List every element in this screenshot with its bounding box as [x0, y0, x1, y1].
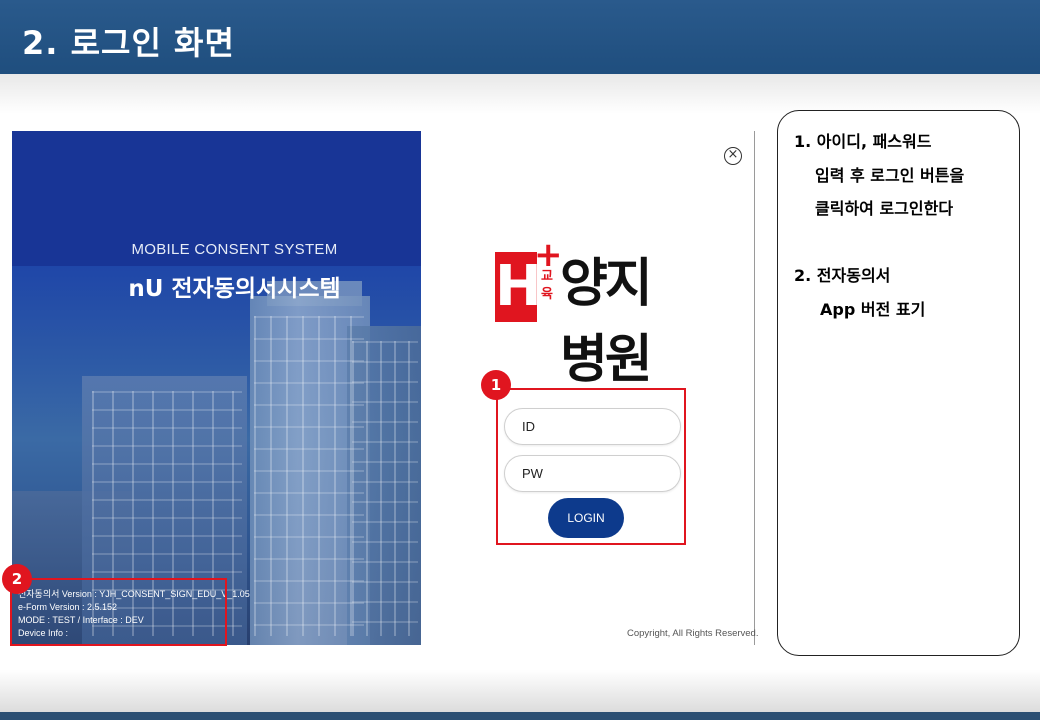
slide-header: 2. 로그인 화면 — [0, 0, 1040, 74]
splash-title: nU 전자동의서시스템 — [128, 276, 341, 302]
splash-subtitle: MOBILE CONSENT SYSTEM — [131, 241, 338, 258]
version-highlight-box — [10, 578, 227, 646]
building-windows — [352, 341, 418, 636]
desc-item1-line2: 입력 후 로그인 버튼을 — [815, 166, 965, 185]
logo-plus-icon: + — [534, 235, 563, 275]
hospital-logo: H + 교육 양지병원 — [494, 235, 694, 390]
logo-h-mark: H — [495, 252, 542, 322]
desc-item1-line3: 클릭하여 로그인한다 — [815, 199, 954, 218]
desc-item2-line2: App 버전 표기 — [820, 300, 926, 319]
slide-title: 2. 로그인 화면 — [22, 24, 235, 62]
header-fade — [0, 74, 1040, 114]
desc-item2-line1: 2. 전자동의서 — [794, 266, 891, 285]
logo-hospital-name: 양지병원 — [560, 254, 653, 390]
callout-badge-1: 1 — [481, 370, 511, 400]
close-icon[interactable]: × — [724, 147, 742, 165]
splash-panel: MOBILE CONSENT SYSTEM nU 전자동의서시스템 전자동의서 … — [12, 131, 421, 645]
callout-badge-2: 2 — [2, 564, 32, 594]
building-windows — [254, 316, 364, 636]
logo-edu-text: 교육 — [541, 269, 553, 302]
desc-item1-line1: 1. 아이디, 패스워드 — [794, 132, 932, 151]
login-highlight-box — [496, 388, 686, 545]
copyright-text: Copyright, All Rights Reserved. — [627, 628, 759, 639]
footer-fade — [0, 670, 1040, 712]
footer-bar — [0, 712, 1040, 720]
divider — [754, 131, 755, 645]
description-box: 1. 아이디, 패스워드 입력 후 로그인 버튼을 클릭하여 로그인한다 2. … — [777, 110, 1020, 656]
